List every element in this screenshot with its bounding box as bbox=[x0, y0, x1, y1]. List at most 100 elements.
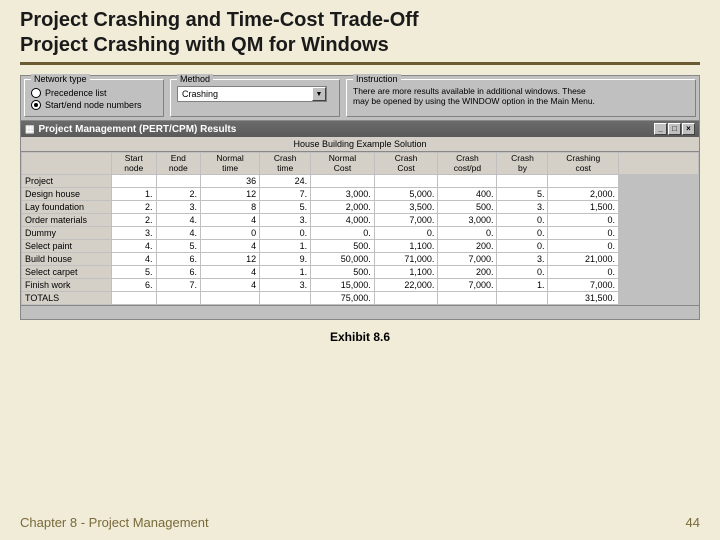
cell-gap bbox=[619, 214, 699, 227]
maximize-button[interactable]: □ bbox=[668, 123, 681, 135]
row-label: Select carpet bbox=[22, 266, 112, 279]
cell: 0. bbox=[497, 240, 548, 253]
cell: 3. bbox=[497, 253, 548, 266]
cell: 5,000. bbox=[374, 188, 438, 201]
close-button[interactable]: × bbox=[682, 123, 695, 135]
cell: 0. bbox=[548, 214, 619, 227]
cell bbox=[156, 292, 201, 305]
cell bbox=[438, 175, 497, 188]
col-header: Crashcost/pd bbox=[438, 153, 497, 175]
cell: 1. bbox=[497, 279, 548, 292]
instruction-group: Instruction There are more results avail… bbox=[346, 79, 696, 117]
cell bbox=[112, 175, 157, 188]
cell bbox=[438, 292, 497, 305]
cell: 8 bbox=[201, 201, 260, 214]
exhibit-caption: Exhibit 8.6 bbox=[20, 330, 700, 344]
col-header bbox=[22, 153, 112, 175]
radio-icon bbox=[31, 88, 41, 98]
col-header: Crashby bbox=[497, 153, 548, 175]
cell: 4. bbox=[112, 240, 157, 253]
cell: 5. bbox=[260, 201, 311, 214]
cell: 2,000. bbox=[548, 188, 619, 201]
row-label: Design house bbox=[22, 188, 112, 201]
table-row: Finish work6.7.43.15,000.22,000.7,000.1.… bbox=[22, 279, 699, 292]
cell bbox=[260, 292, 311, 305]
cell-gap bbox=[619, 227, 699, 240]
cell: 0. bbox=[548, 240, 619, 253]
cell bbox=[156, 175, 201, 188]
cell: 400. bbox=[438, 188, 497, 201]
cell: 3,000. bbox=[438, 214, 497, 227]
cell bbox=[497, 292, 548, 305]
cell: 4 bbox=[201, 279, 260, 292]
radio-precedence[interactable]: Precedence list bbox=[31, 88, 157, 98]
cell: 15,000. bbox=[311, 279, 375, 292]
cell: 31,500. bbox=[548, 292, 619, 305]
cell-gap bbox=[619, 279, 699, 292]
cell: 200. bbox=[438, 266, 497, 279]
window-titlebar: ▦ Project Management (PERT/CPM) Results … bbox=[21, 121, 699, 137]
cell: 6. bbox=[156, 266, 201, 279]
method-dropdown[interactable]: Crashing ▼ bbox=[177, 86, 327, 102]
cell: 0. bbox=[497, 227, 548, 240]
footer-page: 44 bbox=[686, 515, 700, 530]
cell: 1,500. bbox=[548, 201, 619, 214]
cell: 6. bbox=[112, 279, 157, 292]
instruction-text: There are more results available in addi… bbox=[353, 86, 603, 106]
cell: 24. bbox=[260, 175, 311, 188]
cell: 4. bbox=[156, 227, 201, 240]
cell: 5. bbox=[112, 266, 157, 279]
table-row: Project3624. bbox=[22, 175, 699, 188]
cell: 2. bbox=[156, 188, 201, 201]
cell: 4 bbox=[201, 214, 260, 227]
col-header: Endnode bbox=[156, 153, 201, 175]
title-line-1: Project Crashing and Time-Cost Trade-Off bbox=[20, 8, 700, 33]
row-label: Dummy bbox=[22, 227, 112, 240]
cell: 0. bbox=[548, 266, 619, 279]
cell: 7,000. bbox=[374, 214, 438, 227]
cell: 3. bbox=[112, 227, 157, 240]
radio-icon bbox=[31, 100, 41, 110]
row-label: Select paint bbox=[22, 240, 112, 253]
network-type-group: Network type Precedence list Start/end n… bbox=[24, 79, 164, 117]
cell: 5. bbox=[156, 240, 201, 253]
row-label: Build house bbox=[22, 253, 112, 266]
cell: 500. bbox=[311, 266, 375, 279]
cell: 3. bbox=[497, 201, 548, 214]
cell: 0. bbox=[311, 227, 375, 240]
cell: 0. bbox=[438, 227, 497, 240]
col-header: CrashCost bbox=[374, 153, 438, 175]
cell: 1. bbox=[260, 266, 311, 279]
title-line-2: Project Crashing with QM for Windows bbox=[20, 33, 700, 58]
network-legend: Network type bbox=[31, 74, 90, 84]
col-header: Crashtime bbox=[260, 153, 311, 175]
col-header: Crashingcost bbox=[548, 153, 619, 175]
cell: 3. bbox=[156, 201, 201, 214]
radio-startend[interactable]: Start/end node numbers bbox=[31, 100, 157, 110]
cell-gap bbox=[619, 188, 699, 201]
cell: 3. bbox=[260, 279, 311, 292]
cell: 75,000. bbox=[311, 292, 375, 305]
instruction-legend: Instruction bbox=[353, 74, 401, 84]
cell: 2. bbox=[112, 214, 157, 227]
cell: 1,100. bbox=[374, 266, 438, 279]
cell bbox=[374, 175, 438, 188]
cell: 4,000. bbox=[311, 214, 375, 227]
cell: 7. bbox=[260, 188, 311, 201]
col-header bbox=[619, 153, 699, 175]
method-group: Method Crashing ▼ bbox=[170, 79, 340, 117]
col-header: Startnode bbox=[112, 153, 157, 175]
qm-screenshot: Network type Precedence list Start/end n… bbox=[20, 75, 700, 320]
row-label: Order materials bbox=[22, 214, 112, 227]
cell-gap bbox=[619, 240, 699, 253]
cell: 500. bbox=[438, 201, 497, 214]
cell bbox=[112, 292, 157, 305]
cell: 71,000. bbox=[374, 253, 438, 266]
minimize-button[interactable]: _ bbox=[654, 123, 667, 135]
method-legend: Method bbox=[177, 74, 213, 84]
cell bbox=[311, 175, 375, 188]
table-row: Select paint4.5.41.500.1,100.200.0.0. bbox=[22, 240, 699, 253]
cell: 7,000. bbox=[548, 279, 619, 292]
title-divider bbox=[20, 62, 700, 65]
cell: 0. bbox=[374, 227, 438, 240]
